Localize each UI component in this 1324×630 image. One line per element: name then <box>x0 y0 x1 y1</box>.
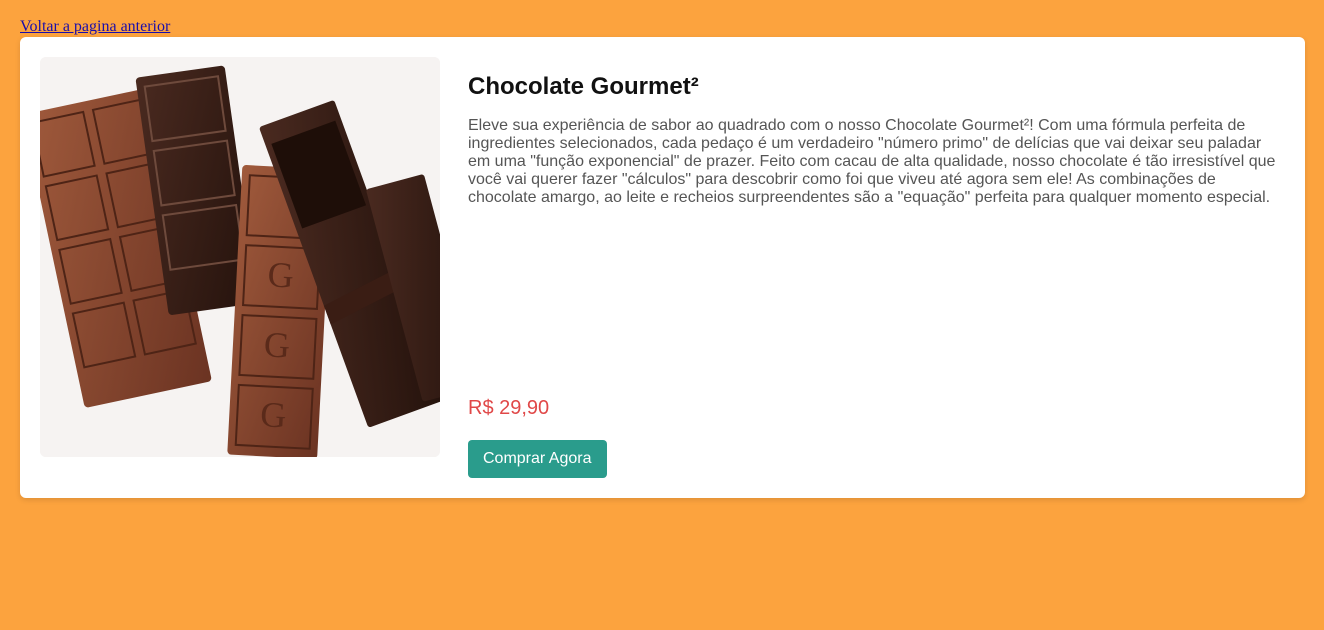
svg-text:G: G <box>259 394 287 435</box>
back-link[interactable]: Voltar a pagina anterior <box>20 18 170 36</box>
product-info: Chocolate Gourmet² Eleve sua experiência… <box>468 57 1283 478</box>
buy-now-button[interactable]: Comprar Agora <box>468 440 607 478</box>
product-image: G G G <box>40 57 440 457</box>
chocolate-bars-image: G G G <box>40 57 440 457</box>
svg-text:G: G <box>267 254 295 295</box>
product-description: Eleve sua experiência de sabor ao quadra… <box>468 117 1276 206</box>
product-price: R$ 29,90 <box>468 397 550 419</box>
product-title: Chocolate Gourmet² <box>468 73 699 100</box>
product-card: G G G Chocolate Gourmet² Eleve sua exper… <box>20 37 1305 498</box>
svg-text:G: G <box>263 324 291 365</box>
